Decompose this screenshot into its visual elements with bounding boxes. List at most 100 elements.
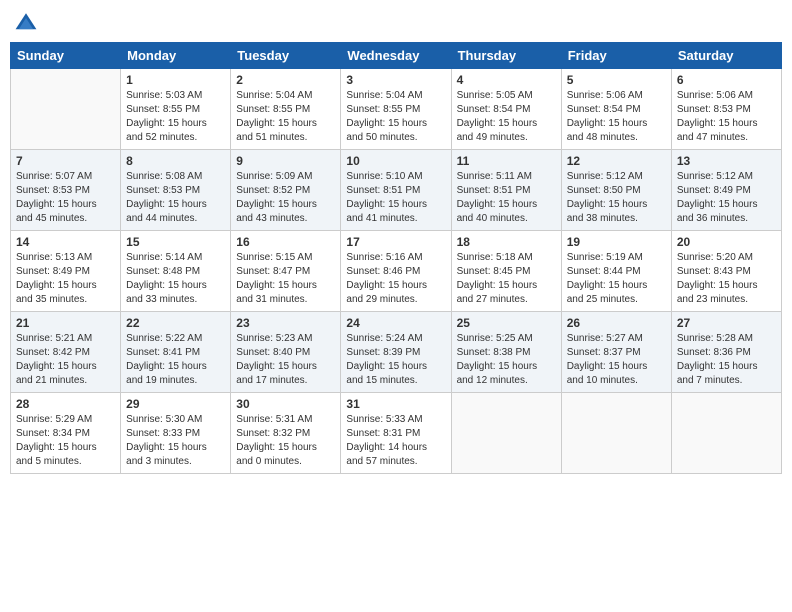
calendar-cell xyxy=(561,393,671,474)
calendar-cell: 12Sunrise: 5:12 AMSunset: 8:50 PMDayligh… xyxy=(561,150,671,231)
day-info: Sunrise: 5:31 AMSunset: 8:32 PMDaylight:… xyxy=(236,413,335,469)
day-number: 5 xyxy=(567,73,666,87)
calendar-cell: 13 Sunrise: 5:12 AMSunset: 8:49 PMDayligh… xyxy=(671,150,781,231)
column-header-thursday: Thursday xyxy=(451,43,561,69)
day-number: 7 xyxy=(16,154,115,168)
calendar-week-row: 21Sunrise: 5:21 AMSunset: 8:42 PMDayligh… xyxy=(11,312,782,393)
calendar-cell: 29 Sunrise: 5:30 AMSunset: 8:33 PMDayligh… xyxy=(121,393,231,474)
calendar-cell xyxy=(671,393,781,474)
day-number: 19 xyxy=(567,235,666,249)
day-info: Sunrise: 5:07 AMSunset: 8:53 PMDaylight:… xyxy=(16,170,115,226)
calendar-cell: 16Sunrise: 5:15 AMSunset: 8:47 PMDayligh… xyxy=(231,231,341,312)
day-info: Sunrise: 5:12 AMSunset: 8:50 PMDaylight:… xyxy=(567,170,666,226)
day-info: Sunrise: 5:28 AMSunset: 8:36 PMDaylight:… xyxy=(677,332,776,388)
day-info: Sunrise: 5:06 AMSunset: 8:53 PMDaylight:… xyxy=(677,89,776,145)
logo xyxy=(14,10,40,34)
day-info: Sunrise: 5:19 AMSunset: 8:44 PMDaylight:… xyxy=(567,251,666,307)
day-info: Sunrise: 5:29 AMSunset: 8:34 PMDaylight:… xyxy=(16,413,115,469)
day-number: 14 xyxy=(16,235,115,249)
calendar-cell: 6 Sunrise: 5:06 AMSunset: 8:53 PMDaylight… xyxy=(671,69,781,150)
day-info: Sunrise: 5:05 AMSunset: 8:54 PMDaylight:… xyxy=(457,89,556,145)
calendar-cell: 10 Sunrise: 5:10 AMSunset: 8:51 PMDayligh… xyxy=(341,150,451,231)
day-info: Sunrise: 5:14 AMSunset: 8:48 PMDaylight:… xyxy=(126,251,225,307)
calendar-header-row: SundayMondayTuesdayWednesdayThursdayFrid… xyxy=(11,43,782,69)
day-number: 15 xyxy=(126,235,225,249)
calendar-week-row: 14 Sunrise: 5:13 AMSunset: 8:49 PMDayligh… xyxy=(11,231,782,312)
calendar-cell xyxy=(451,393,561,474)
day-info: Sunrise: 5:18 AMSunset: 8:45 PMDaylight:… xyxy=(457,251,556,307)
column-header-sunday: Sunday xyxy=(11,43,121,69)
day-info: Sunrise: 5:09 AMSunset: 8:52 PMDaylight:… xyxy=(236,170,335,226)
day-info: Sunrise: 5:27 AMSunset: 8:37 PMDaylight:… xyxy=(567,332,666,388)
calendar-cell: 26Sunrise: 5:27 AMSunset: 8:37 PMDayligh… xyxy=(561,312,671,393)
day-number: 21 xyxy=(16,316,115,330)
day-number: 18 xyxy=(457,235,556,249)
calendar-cell: 28 Sunrise: 5:29 AMSunset: 8:34 PMDayligh… xyxy=(11,393,121,474)
calendar-cell: 14 Sunrise: 5:13 AMSunset: 8:49 PMDayligh… xyxy=(11,231,121,312)
calendar-cell: 22 Sunrise: 5:22 AMSunset: 8:41 PMDayligh… xyxy=(121,312,231,393)
day-number: 2 xyxy=(236,73,335,87)
calendar-cell: 23Sunrise: 5:23 AMSunset: 8:40 PMDayligh… xyxy=(231,312,341,393)
calendar-cell xyxy=(11,69,121,150)
day-info: Sunrise: 5:04 AMSunset: 8:55 PMDaylight:… xyxy=(236,89,335,145)
day-info: Sunrise: 5:20 AMSunset: 8:43 PMDaylight:… xyxy=(677,251,776,307)
day-info: Sunrise: 5:08 AMSunset: 8:53 PMDaylight:… xyxy=(126,170,225,226)
calendar-cell: 31Sunrise: 5:33 AMSunset: 8:31 PMDayligh… xyxy=(341,393,451,474)
day-number: 24 xyxy=(346,316,445,330)
page-header xyxy=(10,10,782,34)
calendar-cell: 19 Sunrise: 5:19 AMSunset: 8:44 PMDayligh… xyxy=(561,231,671,312)
calendar-cell: 20 Sunrise: 5:20 AMSunset: 8:43 PMDayligh… xyxy=(671,231,781,312)
day-number: 10 xyxy=(346,154,445,168)
day-info: Sunrise: 5:12 AMSunset: 8:49 PMDaylight:… xyxy=(677,170,776,226)
column-header-saturday: Saturday xyxy=(671,43,781,69)
day-number: 6 xyxy=(677,73,776,87)
day-info: Sunrise: 5:24 AMSunset: 8:39 PMDaylight:… xyxy=(346,332,445,388)
day-number: 1 xyxy=(126,73,225,87)
calendar-cell: 21Sunrise: 5:21 AMSunset: 8:42 PMDayligh… xyxy=(11,312,121,393)
day-info: Sunrise: 5:25 AMSunset: 8:38 PMDaylight:… xyxy=(457,332,556,388)
day-info: Sunrise: 5:16 AMSunset: 8:46 PMDaylight:… xyxy=(346,251,445,307)
column-header-monday: Monday xyxy=(121,43,231,69)
calendar-cell: 27 Sunrise: 5:28 AMSunset: 8:36 PMDayligh… xyxy=(671,312,781,393)
calendar-week-row: 7 Sunrise: 5:07 AMSunset: 8:53 PMDaylight… xyxy=(11,150,782,231)
calendar-cell: 15 Sunrise: 5:14 AMSunset: 8:48 PMDayligh… xyxy=(121,231,231,312)
day-number: 9 xyxy=(236,154,335,168)
column-header-tuesday: Tuesday xyxy=(231,43,341,69)
day-info: Sunrise: 5:30 AMSunset: 8:33 PMDaylight:… xyxy=(126,413,225,469)
calendar-cell: 11 Sunrise: 5:11 AMSunset: 8:51 PMDayligh… xyxy=(451,150,561,231)
day-info: Sunrise: 5:03 AMSunset: 8:55 PMDaylight:… xyxy=(126,89,225,145)
day-info: Sunrise: 5:06 AMSunset: 8:54 PMDaylight:… xyxy=(567,89,666,145)
calendar-cell: 2 Sunrise: 5:04 AMSunset: 8:55 PMDaylight… xyxy=(231,69,341,150)
calendar-cell: 9 Sunrise: 5:09 AMSunset: 8:52 PMDaylight… xyxy=(231,150,341,231)
calendar-cell: 5 Sunrise: 5:06 AMSunset: 8:54 PMDaylight… xyxy=(561,69,671,150)
column-header-friday: Friday xyxy=(561,43,671,69)
day-number: 20 xyxy=(677,235,776,249)
calendar-table: SundayMondayTuesdayWednesdayThursdayFrid… xyxy=(10,42,782,474)
calendar-week-row: 1 Sunrise: 5:03 AMSunset: 8:55 PMDaylight… xyxy=(11,69,782,150)
calendar-cell: 1 Sunrise: 5:03 AMSunset: 8:55 PMDaylight… xyxy=(121,69,231,150)
day-number: 28 xyxy=(16,397,115,411)
day-info: Sunrise: 5:13 AMSunset: 8:49 PMDaylight:… xyxy=(16,251,115,307)
calendar-cell: 17Sunrise: 5:16 AMSunset: 8:46 PMDayligh… xyxy=(341,231,451,312)
day-number: 22 xyxy=(126,316,225,330)
day-number: 4 xyxy=(457,73,556,87)
day-info: Sunrise: 5:23 AMSunset: 8:40 PMDaylight:… xyxy=(236,332,335,388)
day-info: Sunrise: 5:11 AMSunset: 8:51 PMDaylight:… xyxy=(457,170,556,226)
day-number: 11 xyxy=(457,154,556,168)
day-number: 30 xyxy=(236,397,335,411)
calendar-cell: 30 Sunrise: 5:31 AMSunset: 8:32 PMDayligh… xyxy=(231,393,341,474)
day-number: 29 xyxy=(126,397,225,411)
day-info: Sunrise: 5:33 AMSunset: 8:31 PMDaylight:… xyxy=(346,413,445,469)
day-number: 8 xyxy=(126,154,225,168)
day-info: Sunrise: 5:04 AMSunset: 8:55 PMDaylight:… xyxy=(346,89,445,145)
day-number: 27 xyxy=(677,316,776,330)
day-number: 13 xyxy=(677,154,776,168)
calendar-cell: 7 Sunrise: 5:07 AMSunset: 8:53 PMDaylight… xyxy=(11,150,121,231)
column-header-wednesday: Wednesday xyxy=(341,43,451,69)
logo-icon xyxy=(14,10,38,34)
day-info: Sunrise: 5:22 AMSunset: 8:41 PMDaylight:… xyxy=(126,332,225,388)
day-number: 3 xyxy=(346,73,445,87)
day-info: Sunrise: 5:15 AMSunset: 8:47 PMDaylight:… xyxy=(236,251,335,307)
calendar-cell: 24 Sunrise: 5:24 AMSunset: 8:39 PMDayligh… xyxy=(341,312,451,393)
day-info: Sunrise: 5:10 AMSunset: 8:51 PMDaylight:… xyxy=(346,170,445,226)
